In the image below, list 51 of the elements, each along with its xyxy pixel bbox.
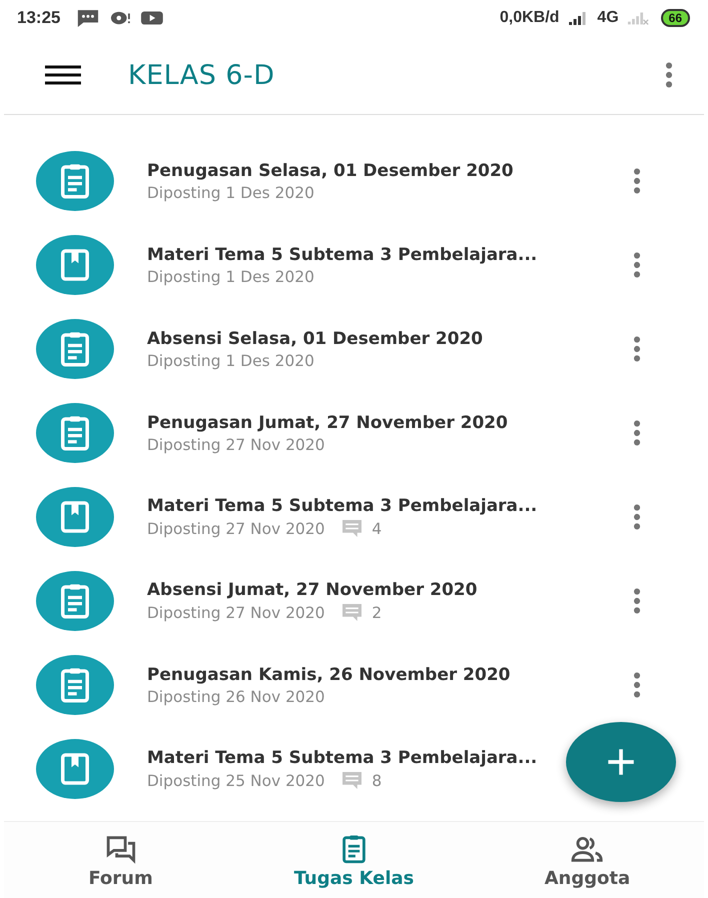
post-title: Penugasan Selasa, 01 Desember 2020 bbox=[147, 160, 514, 180]
comment-icon bbox=[340, 603, 363, 622]
class-title: KELAS 6-D bbox=[128, 60, 275, 90]
video-play-icon bbox=[140, 9, 164, 27]
post-title: Penugasan Jumat, 27 November 2020 bbox=[147, 412, 509, 432]
class-post-item[interactable]: Penugasan Selasa, 01 Desember 2020 Diposting 1 Des 2020 bbox=[0, 139, 708, 223]
no-signal-icon bbox=[626, 10, 649, 26]
add-button[interactable] bbox=[566, 722, 676, 802]
post-date: Diposting 25 Nov 2020 bbox=[147, 772, 325, 790]
more-options-icon[interactable] bbox=[632, 588, 642, 614]
nav-tab[interactable]: Forum bbox=[40, 832, 201, 888]
comment-count: 4 bbox=[372, 520, 382, 538]
post-title: Absensi Selasa, 01 Desember 2020 bbox=[147, 328, 484, 348]
class-post-item[interactable]: Materi Tema 5 Subtema 3 Pembelajara... Diposting 1 Des 2020 bbox=[0, 223, 708, 307]
more-options-icon[interactable] bbox=[632, 336, 642, 362]
post-title: Absensi Jumat, 27 November 2020 bbox=[147, 580, 478, 600]
network-type: 4G bbox=[597, 9, 619, 27]
post-title: Materi Tema 5 Subtema 3 Pembelajara... bbox=[147, 244, 538, 264]
post-date: Diposting 27 Nov 2020 bbox=[147, 436, 325, 454]
more-options-icon[interactable] bbox=[632, 420, 642, 446]
post-date: Diposting 1 Des 2020 bbox=[147, 268, 314, 286]
more-options-icon[interactable] bbox=[632, 504, 642, 530]
more-options-icon[interactable] bbox=[632, 672, 642, 698]
class-post-item[interactable]: Penugasan Jumat, 27 November 2020 Diposting 27 Nov 2020 bbox=[0, 391, 708, 475]
class-post-item[interactable]: Penugasan Kamis, 26 November 2020 Diposting 26 Nov 2020 bbox=[0, 643, 708, 727]
network-speed: 0,0KB/d bbox=[500, 9, 560, 27]
post-title: Penugasan Kamis, 26 November 2020 bbox=[147, 664, 512, 684]
more-options-icon[interactable] bbox=[632, 168, 642, 194]
post-title: Materi Tema 5 Subtema 3 Pembelajara... bbox=[147, 496, 538, 516]
class-post-item[interactable]: Materi Tema 5 Subtema 3 Pembelajara... Diposting 27 Nov 2020 4 bbox=[0, 475, 708, 559]
battery-level: 66 bbox=[668, 11, 682, 25]
class-post-item[interactable]: Absensi Jumat, 27 November 2020 Diposting 27 Nov 2020 2 bbox=[0, 559, 708, 643]
more-options-icon[interactable] bbox=[664, 62, 674, 88]
post-date: Diposting 1 Des 2020 bbox=[147, 184, 314, 202]
more-options-icon[interactable] bbox=[632, 252, 642, 278]
nav-tab[interactable]: Tugas Kelas bbox=[274, 832, 434, 888]
nav-tab[interactable]: Anggota bbox=[507, 832, 668, 888]
message-icon bbox=[76, 9, 100, 27]
post-date: Diposting 1 Des 2020 bbox=[147, 352, 314, 370]
post-date: Diposting 26 Nov 2020 bbox=[147, 688, 325, 706]
post-date: Diposting 27 Nov 2020 bbox=[147, 604, 325, 622]
class-post-item[interactable]: Materi Tema 5 Subtema 3 Pembelajara... Diposting 25 Nov 2020 8 bbox=[0, 727, 560, 811]
comment-count: 2 bbox=[372, 604, 382, 622]
class-post-item[interactable]: Absensi Selasa, 01 Desember 2020 Diposting 1 Des 2020 bbox=[0, 307, 708, 391]
clock-time: 13:25 bbox=[17, 8, 60, 28]
comment-icon bbox=[340, 771, 363, 790]
comment-icon bbox=[340, 519, 363, 538]
comment-count: 8 bbox=[372, 772, 382, 790]
menu-icon[interactable] bbox=[45, 65, 81, 85]
post-title: Materi Tema 5 Subtema 3 Pembelajara... bbox=[147, 748, 538, 768]
post-date: Diposting 27 Nov 2020 bbox=[147, 520, 325, 538]
